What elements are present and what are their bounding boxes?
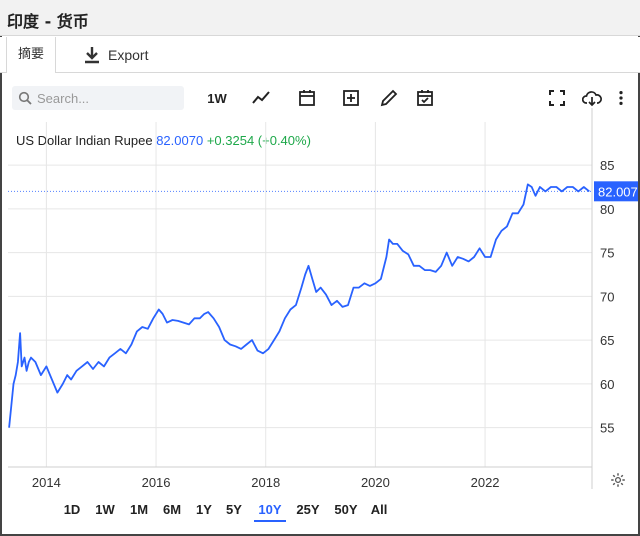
range-button-10y[interactable]: 10Y [254,498,286,522]
range-button-1y[interactable]: 1Y [192,498,216,522]
range-button-all[interactable]: All [366,498,392,522]
x-tick-label: 2022 [471,475,500,490]
y-tick-label: 80 [600,202,614,217]
x-tick-label: 2016 [142,475,171,490]
gear-icon [611,473,625,487]
tab-summary[interactable]: 摘要 [6,37,56,73]
price-series-line [8,183,590,428]
x-tick-label: 2018 [251,475,280,490]
export-label: Export [108,47,149,63]
y-tick-label: 70 [600,289,614,304]
y-tick-label: 75 [600,246,614,261]
range-selector: 1D 1W 1M 6M 1Y 5Y 10Y 25Y 50Y All [0,498,600,522]
range-button-50y[interactable]: 50Y [330,498,362,522]
x-tick-label: 2014 [32,475,61,490]
export-button[interactable]: Export [82,37,148,73]
chart-panel: 1W US Dollar Indian Rupee 82.0070 +0.325… [2,74,638,524]
x-tick-label: 2020 [361,475,390,490]
y-tick-label: 85 [600,158,614,173]
download-icon [85,47,99,64]
range-button-1m[interactable]: 1M [126,498,152,522]
last-value-label: 82.007 [598,184,638,199]
range-button-25y[interactable]: 25Y [292,498,324,522]
range-button-6m[interactable]: 6M [158,498,186,522]
settings-button[interactable] [610,472,630,492]
y-tick-label: 60 [600,377,614,392]
price-chart[interactable]: 55 60 65 70 75 80 85 2014 2016 2018 2020 2022 82.007 [2,74,638,524]
title-bar: 印度 - 货币 [0,0,640,36]
y-tick-label: 65 [600,333,614,348]
range-button-1w[interactable]: 1W [92,498,118,522]
tab-bar: 摘要 Export [0,37,640,73]
range-button-1d[interactable]: 1D [60,498,84,522]
window-title: 印度 - 货币 [7,12,89,31]
y-tick-label: 55 [600,421,614,436]
range-button-5y[interactable]: 5Y [222,498,246,522]
